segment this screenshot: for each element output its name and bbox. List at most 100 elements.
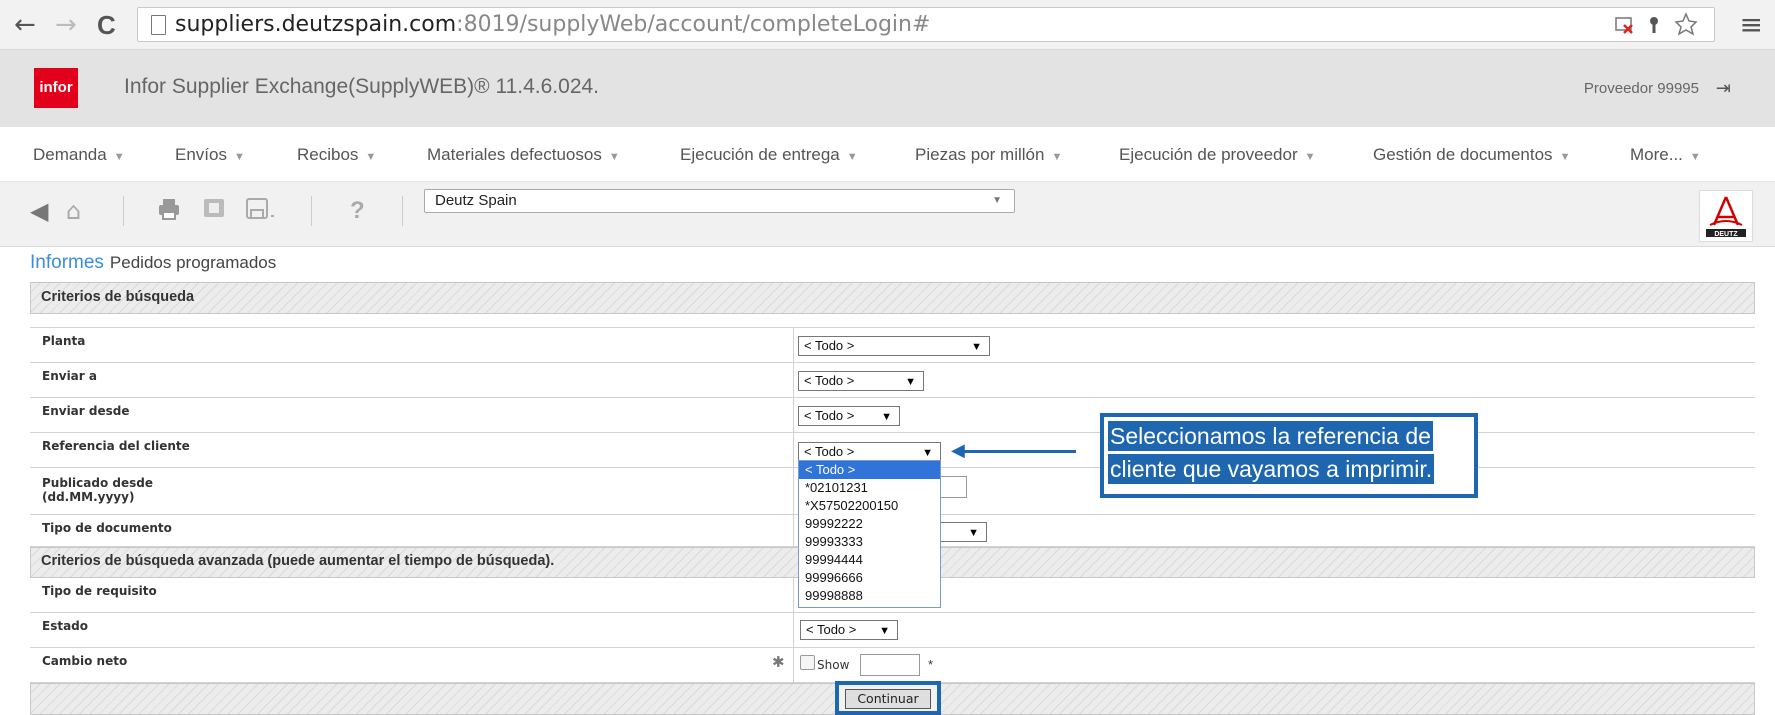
toolbar-separator	[402, 196, 403, 226]
show-checkbox[interactable]	[800, 655, 815, 670]
page-icon	[151, 15, 166, 35]
annotation-arrow	[958, 450, 1076, 453]
chevron-down-icon: ▼	[1051, 151, 1063, 163]
form-row-enviar-a: Enviar a < Todo > ▼	[30, 363, 1755, 398]
print-icon[interactable]	[156, 196, 182, 229]
infor-logo: infor	[34, 68, 78, 108]
nav-ejecucion-proveedor[interactable]: Ejecución de proveedor ▼	[1119, 145, 1316, 165]
field-label: Publicado desde (dd.MM.yyyy)	[42, 476, 153, 504]
bookmark-star-icon[interactable]	[1614, 11, 1704, 45]
column-divider	[793, 613, 794, 647]
svg-text:DEUTZ: DEUTZ	[1714, 231, 1738, 238]
logout-icon[interactable]: ⇥	[1716, 78, 1731, 99]
dropdown-option[interactable]: 99992222	[799, 515, 940, 533]
field-label: Tipo de requisito	[42, 584, 157, 598]
field-label: Referencia del cliente	[42, 439, 190, 453]
browser-toolbar: ← → C suppliers.deutzspain.com:8019/supp…	[0, 0, 1775, 50]
settings-icon[interactable]: ✱	[772, 653, 785, 671]
app-title: Infor Supplier Exchange(SupplyWEB)® 11.4…	[124, 75, 600, 98]
column-divider	[793, 468, 794, 514]
planta-select[interactable]: < Todo > ▼	[798, 336, 990, 356]
callout-line-1: Seleccionamos la referencia de	[1108, 421, 1433, 451]
estado-select[interactable]: < Todo > ▼	[800, 620, 898, 640]
annotation-callout: Seleccionamos la referencia de cliente q…	[1100, 413, 1478, 498]
nav-materiales-defectuosos[interactable]: Materiales defectuosos ▼	[427, 145, 620, 165]
browser-menu-icon[interactable]: ≡	[1740, 8, 1763, 41]
home-icon[interactable]: ⌂	[66, 196, 81, 226]
nav-recibos[interactable]: Recibos ▼	[297, 145, 376, 165]
breadcrumb-link-informes[interactable]: Informes	[30, 252, 104, 273]
cambio-neto-input[interactable]	[860, 654, 920, 676]
form-row-planta: Planta < Todo > ▼	[30, 328, 1755, 363]
show-label: Show	[817, 658, 850, 672]
app-header: infor Infor Supplier Exchange(SupplyWEB)…	[0, 50, 1775, 127]
referencia-cliente-select[interactable]: < Todo > ▼	[798, 442, 941, 462]
field-label: Estado	[42, 619, 89, 633]
nav-gestion-documentos[interactable]: Gestión de documentos ▼	[1373, 145, 1570, 165]
chevron-down-icon: ▼	[846, 151, 858, 163]
forward-icon[interactable]: →	[55, 8, 77, 42]
save-icon[interactable]	[245, 196, 277, 229]
nav-envios[interactable]: Envíos ▼	[175, 145, 245, 165]
supplier-select[interactable]: Deutz Spain ▼	[424, 189, 1015, 213]
field-label: Enviar a	[42, 369, 97, 383]
dropdown-option[interactable]: 99996666	[799, 569, 940, 587]
chevron-down-icon: ▼	[922, 447, 933, 459]
form-row-cambio-neto: Cambio neto ✱ Show *	[30, 648, 1755, 683]
help-icon[interactable]: ?	[350, 196, 365, 226]
url-text: suppliers.deutzspain.com:8019/supplyWeb/…	[175, 12, 931, 37]
breadcrumb: Informes Pedidos programados	[30, 252, 276, 274]
column-divider	[793, 515, 794, 546]
column-divider	[793, 363, 794, 397]
user-name[interactable]: Proveedor 99995	[1584, 80, 1699, 97]
main-nav: Demanda ▼ Envíos ▼ Recibos ▼ Materiales def…	[0, 127, 1775, 182]
chevron-down-icon: ▼	[1304, 151, 1316, 163]
dropdown-option[interactable]: 99998888	[799, 587, 940, 605]
nav-piezas-por-millon[interactable]: Piezas por millón ▼	[915, 145, 1062, 165]
field-label: Cambio neto	[42, 654, 128, 668]
form-row-enviar-desde: Enviar desde < Todo > ▼	[30, 398, 1755, 433]
toolbar: ◀ ⌂ ? Deutz Spain ▼ DEUTZ	[0, 182, 1775, 247]
enviar-a-select[interactable]: < Todo > ▼	[798, 371, 924, 391]
dropdown-option[interactable]: 99994444	[799, 551, 940, 569]
deutz-logo: DEUTZ	[1699, 190, 1753, 242]
referencia-cliente-dropdown[interactable]: < Todo > *02101231 *X57502200150 9999222…	[798, 460, 941, 608]
search-criteria-header: Criterios de búsqueda	[30, 282, 1755, 314]
nav-ejecucion-entrega[interactable]: Ejecución de entrega ▼	[680, 145, 858, 165]
continue-button[interactable]: Continuar	[845, 689, 931, 709]
chevron-down-icon: ▼	[608, 151, 620, 163]
reload-icon[interactable]: C	[97, 8, 116, 42]
address-bar[interactable]: suppliers.deutzspain.com:8019/supplyWeb/…	[137, 7, 1715, 42]
continue-highlight: Continuar	[835, 681, 941, 715]
nav-more[interactable]: More... ▼	[1630, 145, 1701, 165]
breadcrumb-current-page: Pedidos programados	[109, 253, 277, 272]
toolbar-separator	[311, 196, 312, 226]
chevron-down-icon: ▼	[971, 341, 982, 353]
chevron-down-icon: ▼	[233, 151, 245, 163]
column-divider	[793, 398, 794, 432]
enviar-desde-select[interactable]: < Todo > ▼	[798, 406, 900, 426]
field-label: Planta	[42, 334, 86, 348]
dropdown-option[interactable]: *X57502200150	[799, 497, 940, 515]
column-divider	[793, 328, 794, 362]
supplier-select-value: Deutz Spain	[435, 192, 517, 209]
chevron-down-icon: ▼	[113, 151, 125, 163]
form-row-estado: Estado < Todo > ▼	[30, 613, 1755, 648]
back-icon[interactable]: ←	[14, 8, 36, 42]
dropdown-option[interactable]: *02101231	[799, 479, 940, 497]
export-icon[interactable]	[202, 196, 226, 227]
dropdown-option[interactable]: 99993333	[799, 533, 940, 551]
arrow-left-icon: ◀	[951, 440, 965, 461]
chevron-down-icon: ▼	[1689, 151, 1701, 163]
dropdown-option[interactable]: < Todo >	[799, 461, 940, 479]
back-arrow-icon[interactable]: ◀	[30, 196, 48, 226]
chevron-down-icon: ▼	[1559, 151, 1571, 163]
callout-line-2: cliente que vayamos a imprimir.	[1108, 454, 1435, 484]
column-divider	[793, 648, 794, 682]
field-label: Enviar desde	[42, 404, 130, 418]
field-label: Tipo de documento	[42, 521, 172, 535]
column-divider	[793, 433, 794, 467]
toolbar-separator	[123, 196, 124, 226]
nav-demanda[interactable]: Demanda ▼	[33, 145, 125, 165]
chevron-down-icon: ▼	[905, 376, 916, 388]
